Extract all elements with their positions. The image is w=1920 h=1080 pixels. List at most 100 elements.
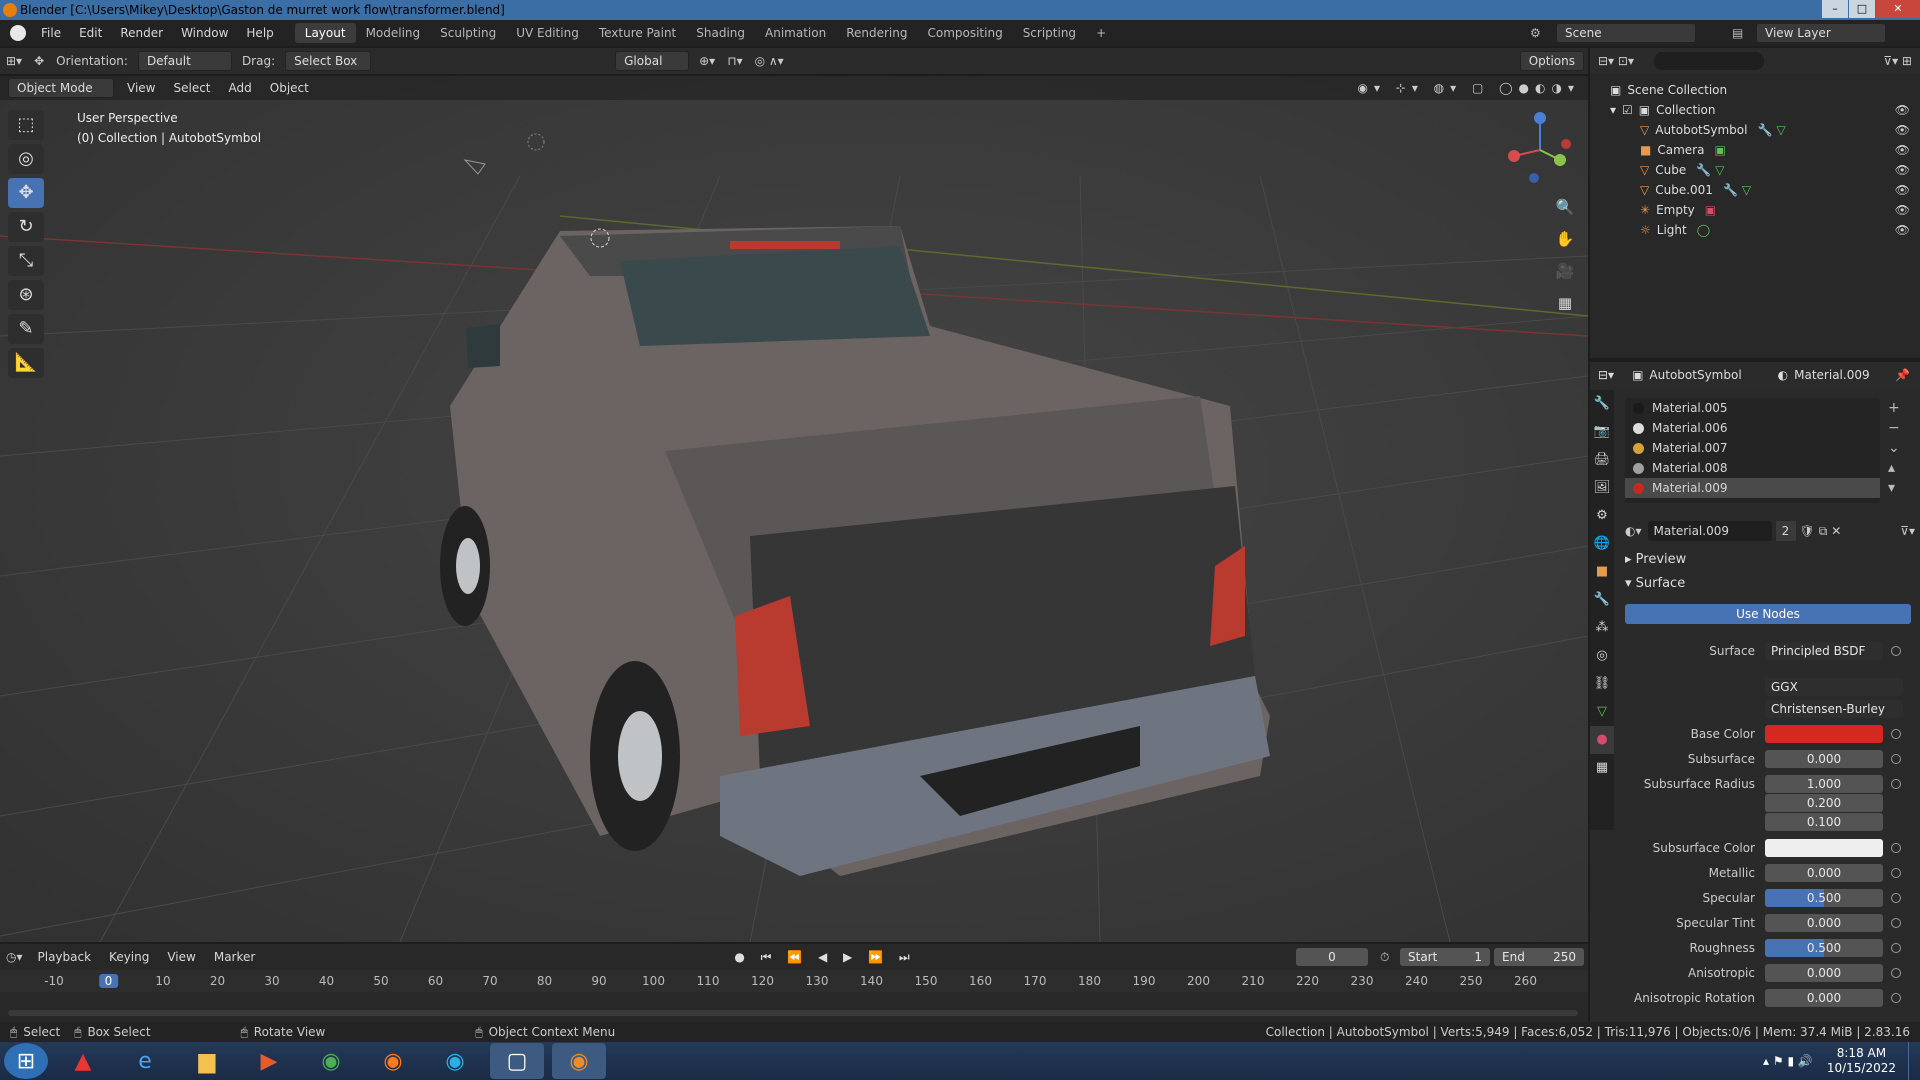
snap-icon[interactable]: ⊓▾ <box>727 54 742 68</box>
material-slot[interactable]: Material.007 <box>1625 438 1880 458</box>
outliner-editor-icon[interactable]: ⊟▾ ⊡▾ <box>1598 54 1634 68</box>
world-tab-icon[interactable]: 🌐 <box>1590 530 1614 558</box>
tab-animation[interactable]: Animation <box>755 23 836 43</box>
scene-selector[interactable]: Scene <box>1556 23 1696 43</box>
playback-controls[interactable]: ● ⏮ ⏪ ◀ ▶ ⏩ ⏭ <box>734 950 915 965</box>
timeline-menu-marker[interactable]: Marker <box>205 950 264 964</box>
scale-tool-icon[interactable]: ⤡ <box>8 246 44 276</box>
move-slot-down-icon[interactable]: ▾ <box>1888 478 1900 498</box>
texture-tab-icon[interactable]: ▦ <box>1590 754 1614 782</box>
move-slot-up-icon[interactable]: ▴ <box>1888 458 1900 478</box>
use-nodes-button[interactable]: Use Nodes <box>1625 604 1911 624</box>
material-tab-icon[interactable]: ● <box>1590 726 1614 754</box>
blender-menu-icon[interactable] <box>10 25 26 41</box>
drag-dropdown[interactable]: Select Box <box>285 51 372 71</box>
surface-shader-field[interactable]: Principled BSDF <box>1765 642 1883 660</box>
viewport-menu-add[interactable]: Add <box>220 81 261 95</box>
tray-icons[interactable]: ▴ ⚑ ▮ 🔊 <box>1763 1054 1813 1068</box>
anisotropic-field[interactable]: 0.000 <box>1765 964 1883 982</box>
keyframe-dot-icon[interactable] <box>1891 754 1901 764</box>
stopwatch-icon[interactable]: ⏱ <box>1380 950 1389 965</box>
material-slot[interactable]: Material.006 <box>1625 418 1880 438</box>
material-actions-icons[interactable]: 🛡⧉✕ <box>1800 524 1846 539</box>
annotate-tool-icon[interactable]: ✎ <box>8 314 44 344</box>
start-frame-field[interactable]: Start 1 <box>1400 948 1490 966</box>
keyframe-dot-icon[interactable] <box>1891 779 1901 789</box>
keyframe-dot-icon[interactable] <box>1891 943 1901 953</box>
subsurface-field[interactable]: 0.000 <box>1765 750 1883 768</box>
zoom-icon[interactable]: 🔍 <box>1550 192 1580 222</box>
chrome-icon[interactable]: ◉ <box>304 1043 358 1079</box>
view-layer-selector[interactable]: View Layer <box>1756 23 1886 43</box>
physics-tab-icon[interactable]: ◎ <box>1590 642 1614 670</box>
constraints-tab-icon[interactable]: ⛓ <box>1590 670 1614 698</box>
keyframe-dot-icon[interactable] <box>1891 646 1901 656</box>
blender-taskbar-icon[interactable]: ◉ <box>552 1043 606 1079</box>
base-color-swatch[interactable] <box>1765 725 1883 743</box>
show-desktop-button[interactable] <box>1908 1042 1920 1080</box>
viewport-menu-select[interactable]: Select <box>164 81 219 95</box>
material-name-field[interactable]: Material.009 <box>1647 521 1772 541</box>
keyframe-dot-icon[interactable] <box>1891 968 1901 978</box>
proportional-edit-icon[interactable]: ◎ ∧▾ <box>755 54 784 68</box>
menu-help[interactable]: Help <box>237 26 282 40</box>
tab-rendering[interactable]: Rendering <box>836 23 917 43</box>
menu-edit[interactable]: Edit <box>70 26 111 40</box>
anisotropic-rotation-field[interactable]: 0.000 <box>1765 989 1883 1007</box>
outliner-item-camera[interactable]: ■ Camera ▣ 👁 <box>1590 140 1920 160</box>
scene-tab-icon[interactable]: ⚙ <box>1590 502 1614 530</box>
editor-type-icon[interactable]: ⊞▾ <box>6 54 22 68</box>
acrobat-icon[interactable]: ▲ <box>56 1043 110 1079</box>
tool-tab-icon[interactable]: 🔧 <box>1590 390 1614 418</box>
viewport-menu-object[interactable]: Object <box>261 81 318 95</box>
outliner-item-cube[interactable]: ▽ Cube 🔧 ▽ 👁 <box>1590 160 1920 180</box>
end-frame-field[interactable]: End 250 <box>1494 948 1584 966</box>
menu-window[interactable]: Window <box>172 26 237 40</box>
navigation-gizmo[interactable] <box>1500 110 1580 190</box>
specular-tint-field[interactable]: 0.000 <box>1765 914 1883 932</box>
close-button[interactable]: ✕ <box>1876 0 1920 18</box>
current-frame-field[interactable]: 0 <box>1296 948 1368 966</box>
tab-texture-paint[interactable]: Texture Paint <box>589 23 686 43</box>
properties-editor-icon[interactable]: ⊟▾ <box>1598 368 1614 382</box>
pivot-icon[interactable]: ⊕▾ <box>699 54 715 68</box>
select-box-tool-icon[interactable]: ⬚ <box>8 110 44 140</box>
timeline-menu-keying[interactable]: Keying <box>100 950 158 964</box>
twitch-icon[interactable]: ▢ <box>490 1043 544 1079</box>
viewport-menu-view[interactable]: View <box>118 81 164 95</box>
visibility-eye-icon[interactable]: 👁 <box>1895 223 1910 237</box>
move-tool-button-icon[interactable]: ✥ <box>8 178 44 208</box>
start-button-icon[interactable]: ⊞ <box>4 1043 48 1079</box>
timeline-scrollbar[interactable] <box>8 1010 1578 1016</box>
move-tool-icon[interactable]: ✥ <box>34 54 44 68</box>
keyframe-dot-icon[interactable] <box>1891 918 1901 928</box>
visibility-eye-icon[interactable]: 👁 <box>1895 103 1910 117</box>
visibility-eye-icon[interactable]: 👁 <box>1895 143 1910 157</box>
transform-orientation-dropdown[interactable]: Global <box>615 51 690 71</box>
link-dropdown-icon[interactable]: ⊽▾ <box>1900 524 1915 538</box>
object-mode-dropdown[interactable]: Object Mode <box>8 78 114 98</box>
timeline-menu-view[interactable]: View <box>158 950 204 964</box>
subsurface-radius-y-field[interactable]: 0.200 <box>1765 794 1883 812</box>
object-tab-icon[interactable]: ■ <box>1590 558 1614 586</box>
ortho-grid-icon[interactable]: ▦ <box>1550 288 1580 318</box>
visibility-eye-icon[interactable]: 👁 <box>1895 163 1910 177</box>
visibility-eye-icon[interactable]: 👁 <box>1895 123 1910 137</box>
menu-file[interactable]: File <box>32 26 70 40</box>
timeline-menu-playback[interactable]: Playback <box>29 950 101 964</box>
transform-tool-icon[interactable]: ⊛ <box>8 280 44 310</box>
timeline-editor-icon[interactable]: ◷▾ <box>6 950 23 964</box>
viewport-shading-icons[interactable]: ◉▾ ⊹▾ ◍▾ ▢ ◯●◐◑▾ <box>1357 81 1580 95</box>
camera-view-icon[interactable]: 🎥 <box>1550 256 1580 286</box>
keyframe-dot-icon[interactable] <box>1891 993 1901 1003</box>
checkbox-icon[interactable]: ☑ <box>1622 103 1633 117</box>
outliner-scene-collection[interactable]: ▣ Scene Collection <box>1590 80 1920 100</box>
tab-uv-editing[interactable]: UV Editing <box>506 23 589 43</box>
modifiers-tab-icon[interactable]: 🔧 <box>1590 586 1614 614</box>
subsurface-radius-x-field[interactable]: 1.000 <box>1765 775 1883 793</box>
outliner-search-input[interactable] <box>1653 52 1764 70</box>
rotate-tool-icon[interactable]: ↻ <box>8 212 44 242</box>
keyframe-dot-icon[interactable] <box>1891 893 1901 903</box>
firefox-icon[interactable]: ◉ <box>366 1043 420 1079</box>
subsurface-color-swatch[interactable] <box>1765 839 1883 857</box>
